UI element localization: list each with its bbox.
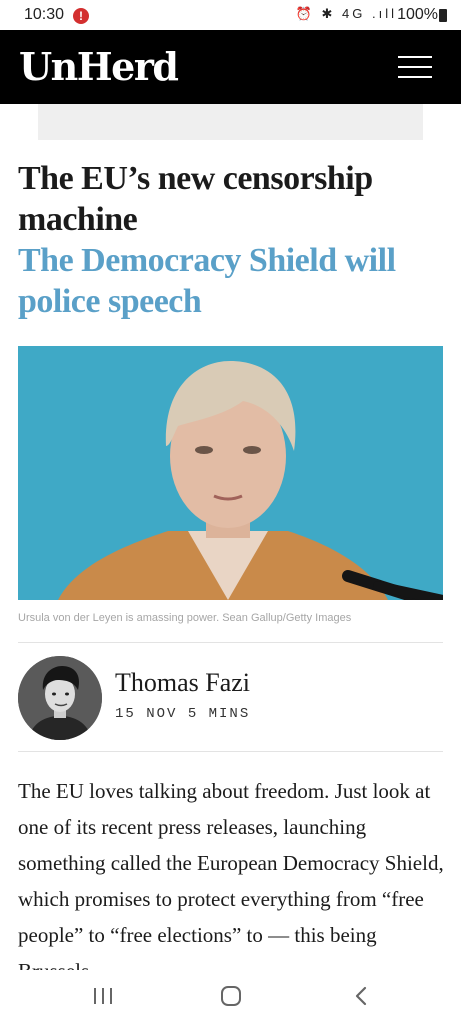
site-logo[interactable]: UnHerd	[19, 44, 179, 89]
hamburger-menu-icon[interactable]	[398, 56, 432, 78]
author-avatar[interactable]	[18, 656, 102, 740]
status-bar: 10:30 ! ⏰ ✱ 4G .ıll 100%	[0, 0, 461, 30]
status-time: 10:30	[24, 6, 65, 23]
android-nav-bar	[0, 970, 461, 1024]
read-time: 5 MINS	[187, 706, 251, 722]
article-subtitle: The Democracy Shield will police speech	[18, 242, 396, 320]
site-header: UnHerd	[0, 30, 461, 104]
hero-image[interactable]	[18, 346, 443, 600]
author-name[interactable]: Thomas Fazi	[115, 668, 250, 698]
author-photo	[18, 656, 102, 740]
home-icon[interactable]	[221, 986, 241, 1006]
article-body: The EU loves talking about freedom. Just…	[18, 779, 444, 970]
article-meta: 15 NOV 5 MINS	[115, 706, 250, 722]
back-icon[interactable]	[354, 986, 368, 1006]
divider	[18, 642, 443, 643]
battery-level: 100%	[397, 6, 438, 23]
ad-placeholder	[38, 104, 423, 140]
recent-apps-icon[interactable]	[94, 988, 112, 1004]
publish-date: 15 NOV	[115, 706, 178, 722]
image-caption: Ursula von der Leyen is amassing power. …	[18, 612, 352, 624]
divider	[18, 751, 443, 752]
status-icons: ⏰ ✱ 4G .ıll	[295, 6, 397, 21]
alert-icon: !	[73, 8, 89, 24]
portrait-illustration	[18, 346, 443, 600]
article-title: The EU’s new censorship machine	[18, 160, 373, 238]
battery-icon	[439, 9, 447, 22]
